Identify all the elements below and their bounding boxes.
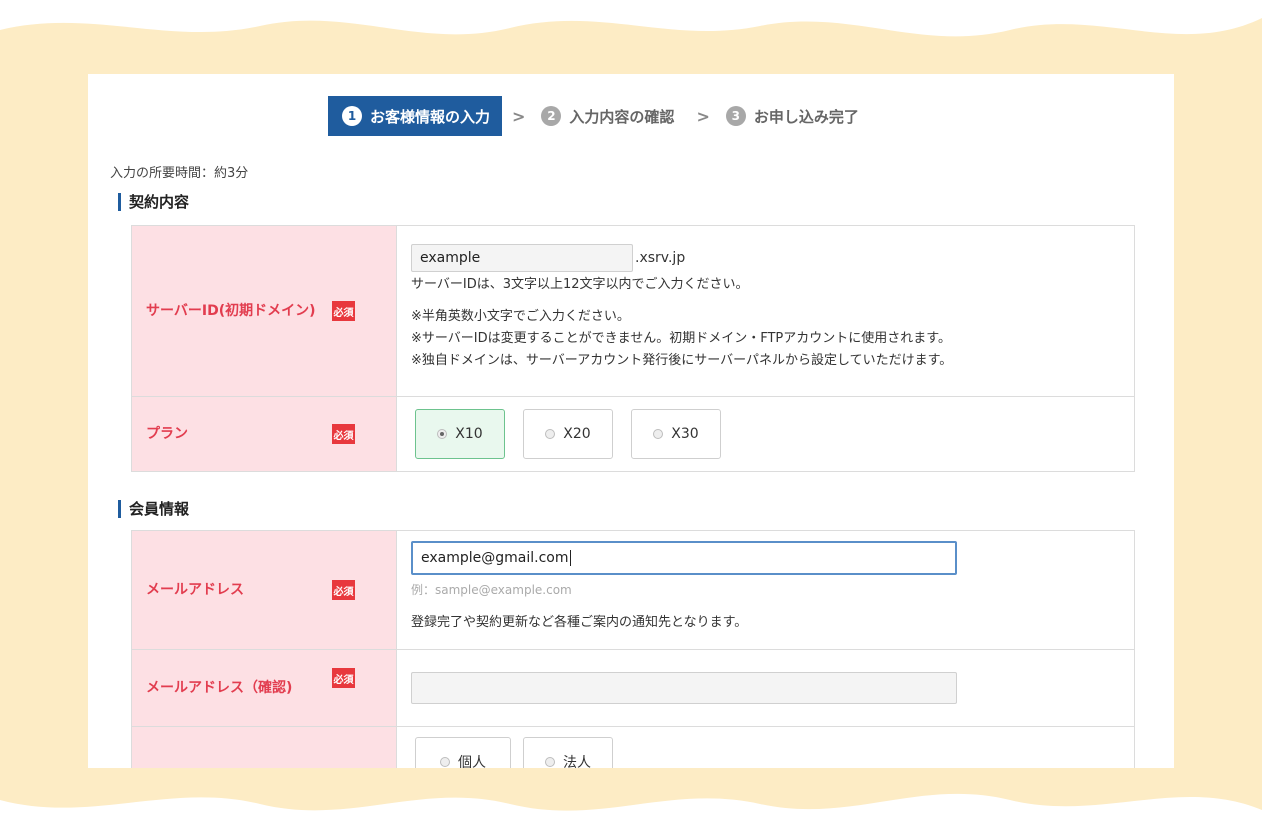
member-type-row: 個人 法人 bbox=[131, 726, 1135, 768]
plan-field-cell: X10 X20 X30 bbox=[396, 396, 1135, 472]
email-example: 例：sample@example.com bbox=[411, 582, 572, 597]
server-id-length-note: サーバーIDは、3文字以上12文字以内でご入力ください。 bbox=[411, 277, 749, 292]
signup-form-card: 1 お客様情報の入力 > 2 入力内容の確認 > 3 お申し込み完了 入力の所要… bbox=[88, 74, 1174, 768]
plan-option-label: X10 bbox=[455, 426, 483, 442]
step-2-label: 入力内容の確認 bbox=[569, 107, 675, 126]
step-1-number: 1 bbox=[342, 106, 362, 126]
server-id-note-1: ※半角英数小文字でご入力ください。 bbox=[411, 309, 630, 324]
server-id-note-3: ※独自ドメインは、サーバーアカウント発行後にサーバーパネルから設定していただけま… bbox=[411, 353, 953, 368]
radio-icon bbox=[653, 429, 664, 439]
email-input[interactable]: example@gmail.com bbox=[411, 540, 957, 575]
email-field-cell: example@gmail.com 例：sample@example.com 登… bbox=[396, 530, 1135, 650]
text-caret bbox=[569, 549, 571, 566]
required-badge: 必須 bbox=[332, 424, 355, 444]
contract-table: サーバーID(初期ドメイン) 必須 example .xsrv.jp サーバーI… bbox=[131, 225, 1135, 472]
step-3: 3 お申し込み完了 bbox=[714, 96, 871, 136]
email-confirm-label-cell: メールアドレス（確認) 必須 bbox=[131, 649, 397, 727]
server-id-label: サーバーID(初期ドメイン) bbox=[146, 303, 316, 319]
plan-option-label: X20 bbox=[563, 426, 591, 442]
required-badge: 必須 bbox=[332, 668, 355, 688]
plan-option-label: X30 bbox=[671, 426, 699, 442]
server-id-input[interactable]: example bbox=[411, 244, 633, 272]
server-id-row: サーバーID(初期ドメイン) 必須 example .xsrv.jp サーバーI… bbox=[131, 225, 1135, 397]
step-2: 2 入力内容の確認 bbox=[529, 96, 686, 136]
email-row: メールアドレス 必須 example@gmail.com 例：sample@ex… bbox=[131, 530, 1135, 650]
domain-suffix: .xsrv.jp bbox=[635, 250, 686, 266]
email-label: メールアドレス bbox=[146, 582, 244, 598]
member-type-corporate[interactable]: 法人 bbox=[523, 737, 613, 768]
radio-icon bbox=[545, 757, 555, 767]
email-label-cell: メールアドレス 必須 bbox=[131, 530, 397, 650]
progress-steps: 1 お客様情報の入力 > 2 入力内容の確認 > 3 お申し込み完了 bbox=[328, 96, 871, 136]
server-id-value: example bbox=[420, 250, 481, 266]
duration-text: 入力の所要時間：約3分 bbox=[110, 166, 249, 181]
radio-selected-icon bbox=[437, 429, 448, 439]
email-confirm-label: メールアドレス（確認) bbox=[146, 680, 293, 696]
required-badge: 必須 bbox=[332, 301, 355, 321]
server-id-field-cell: example .xsrv.jp サーバーIDは、3文字以上12文字以内でご入力… bbox=[396, 225, 1135, 397]
plan-option-x30[interactable]: X30 bbox=[631, 409, 721, 459]
member-type-label: 個人 bbox=[458, 755, 486, 768]
member-type-individual[interactable]: 個人 bbox=[415, 737, 511, 768]
chevron-right-icon: > bbox=[696, 106, 710, 126]
email-note: 登録完了や契約更新など各種ご案内の通知先となります。 bbox=[411, 614, 748, 630]
server-id-note-2: ※サーバーIDは変更することができません。初期ドメイン・FTPアカウントに使用さ… bbox=[411, 331, 951, 346]
member-type-label-cell bbox=[131, 726, 397, 768]
email-confirm-field-cell bbox=[396, 649, 1135, 727]
step-1: 1 お客様情報の入力 bbox=[328, 96, 503, 136]
step-3-number: 3 bbox=[725, 106, 746, 126]
required-badge: 必須 bbox=[332, 580, 355, 600]
email-confirm-row: メールアドレス（確認) 必須 bbox=[131, 649, 1135, 727]
step-1-label: お客様情報の入力 bbox=[370, 107, 491, 126]
member-table: メールアドレス 必須 example@gmail.com 例：sample@ex… bbox=[131, 530, 1135, 768]
plan-label-cell: プラン 必須 bbox=[131, 396, 397, 472]
plan-row: プラン 必須 X10 X20 X30 bbox=[131, 396, 1135, 472]
plan-label: プラン bbox=[146, 426, 188, 442]
plan-option-x10[interactable]: X10 bbox=[415, 409, 505, 459]
chevron-right-icon: > bbox=[512, 106, 526, 126]
section-title-contract: 契約内容 bbox=[118, 193, 189, 211]
step-3-label: お申し込み完了 bbox=[753, 107, 859, 126]
email-confirm-input[interactable] bbox=[411, 672, 957, 704]
bottom-wave-decoration bbox=[0, 793, 1262, 836]
radio-icon bbox=[440, 757, 450, 767]
plan-option-x20[interactable]: X20 bbox=[523, 409, 613, 459]
radio-icon bbox=[545, 429, 556, 439]
server-id-label-cell: サーバーID(初期ドメイン) 必須 bbox=[131, 225, 397, 397]
member-type-label: 法人 bbox=[563, 755, 591, 768]
member-type-field-cell: 個人 法人 bbox=[396, 726, 1135, 768]
email-value: example@gmail.com bbox=[421, 549, 569, 566]
top-wave-decoration bbox=[0, 0, 1262, 37]
section-title-member: 会員情報 bbox=[118, 500, 189, 518]
step-2-number: 2 bbox=[541, 106, 562, 126]
